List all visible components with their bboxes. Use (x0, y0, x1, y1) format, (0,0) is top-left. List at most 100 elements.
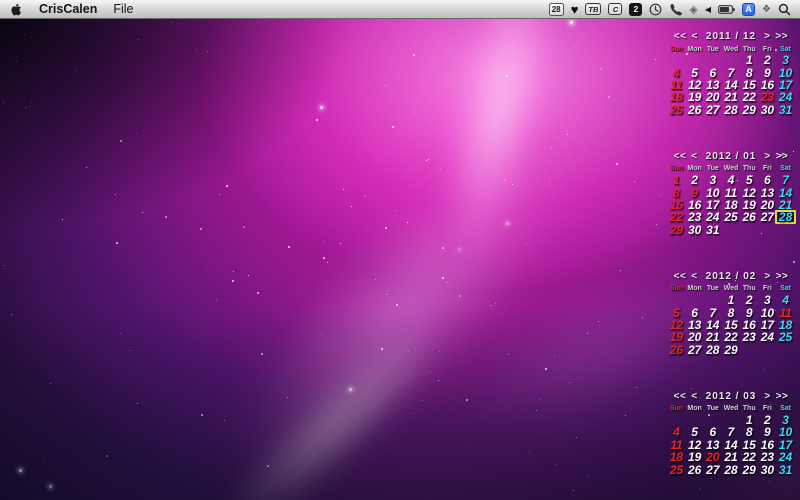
input-source-menu-icon[interactable]: A (742, 0, 755, 19)
day-cell-25[interactable]: 25 (667, 104, 685, 116)
day-cell-5[interactable]: 5 (686, 426, 704, 438)
day-cell-22[interactable]: 22 (740, 91, 758, 103)
next-year-button[interactable]: >> (775, 31, 788, 42)
day-cell-8[interactable]: 8 (740, 426, 758, 438)
day-cell-19[interactable]: 19 (686, 451, 704, 463)
prev-month-button[interactable]: < (691, 151, 697, 162)
day-cell-22[interactable]: 22 (740, 451, 758, 463)
day-cell-25[interactable]: 25 (667, 463, 685, 475)
day-cell-9[interactable]: 9 (740, 306, 758, 318)
day-cell-30[interactable]: 30 (686, 224, 704, 236)
day-cell-27[interactable]: 27 (704, 463, 722, 475)
day-cell-3[interactable]: 3 (776, 414, 794, 426)
day-cell-23[interactable]: 23 (686, 211, 704, 223)
day-cell-17[interactable]: 17 (776, 79, 794, 91)
day-cell-13[interactable]: 13 (686, 319, 704, 331)
day-cell-3[interactable]: 3 (758, 294, 776, 306)
day-cell-26[interactable]: 26 (686, 463, 704, 475)
day-cell-11[interactable]: 11 (667, 79, 685, 91)
day-cell-15[interactable]: 15 (740, 79, 758, 91)
diamond-gem-icon[interactable]: ◈ (689, 0, 697, 19)
apple-menu[interactable] (10, 2, 23, 17)
day-cell-3[interactable]: 3 (704, 174, 722, 186)
day-cell-15[interactable]: 15 (740, 439, 758, 451)
day-cell-17[interactable]: 17 (758, 319, 776, 331)
day-cell-17[interactable]: 17 (776, 439, 794, 451)
day-cell-31[interactable]: 31 (704, 224, 722, 236)
phone-handset-icon[interactable] (669, 0, 682, 19)
day-cell-22[interactable]: 22 (667, 211, 685, 223)
prev-month-button[interactable]: < (692, 31, 698, 42)
day-cell-2[interactable]: 2 (758, 414, 776, 426)
day-cell-25[interactable]: 25 (722, 211, 740, 223)
day-cell-26[interactable]: 26 (740, 211, 758, 223)
day-cell-10[interactable]: 10 (758, 306, 776, 318)
day-cell-12[interactable]: 12 (686, 79, 704, 91)
c-app-menu-icon[interactable]: C (608, 0, 622, 19)
day-cell-1[interactable]: 1 (722, 294, 740, 306)
day-cell-22[interactable]: 22 (722, 331, 740, 343)
day-cell-29[interactable]: 29 (667, 224, 685, 236)
day-cell-3[interactable]: 3 (776, 54, 794, 66)
day-cell-10[interactable]: 10 (776, 426, 794, 438)
day-cell-5[interactable]: 5 (740, 174, 758, 186)
day-cell-7[interactable]: 7 (704, 306, 722, 318)
next-month-button[interactable]: > (764, 151, 770, 162)
day-cell-12[interactable]: 12 (667, 319, 685, 331)
day-cell-11[interactable]: 11 (722, 186, 740, 198)
prev-year-button[interactable]: << (674, 31, 687, 42)
day-cell-5[interactable]: 5 (667, 306, 685, 318)
day-cell-20[interactable]: 20 (686, 331, 704, 343)
day-cell-4[interactable]: 4 (776, 294, 794, 306)
day-cell-21[interactable]: 21 (722, 91, 740, 103)
day-cell-23[interactable]: 23 (740, 331, 758, 343)
day-cell-31[interactable]: 31 (776, 463, 794, 475)
clock-icon[interactable] (649, 0, 662, 19)
day-cell-14[interactable]: 14 (722, 79, 740, 91)
day-cell-7[interactable]: 7 (776, 174, 794, 186)
prev-year-button[interactable]: << (674, 391, 687, 402)
day-cell-19[interactable]: 19 (667, 331, 685, 343)
prev-year-button[interactable]: << (674, 271, 687, 282)
day-cell-27[interactable]: 27 (758, 211, 776, 223)
day-cell-27[interactable]: 27 (704, 104, 722, 116)
day-cell-24[interactable]: 24 (704, 211, 722, 223)
battery-icon[interactable] (718, 0, 735, 19)
spotlight-search-icon[interactable] (778, 0, 791, 19)
day-cell-28[interactable]: 28 (704, 343, 722, 355)
day-cell-10[interactable]: 10 (776, 66, 794, 78)
day-cell-15[interactable]: 15 (667, 199, 685, 211)
keypad-2-menu-icon[interactable]: 2 (629, 0, 642, 19)
day-cell-29[interactable]: 29 (740, 104, 758, 116)
calendar-date-menu-icon[interactable]: 28 (549, 0, 564, 19)
day-cell-29[interactable]: 29 (722, 343, 740, 355)
day-cell-8[interactable]: 8 (667, 186, 685, 198)
sparkle-icon[interactable]: ❖ (762, 0, 771, 19)
day-cell-14[interactable]: 14 (722, 439, 740, 451)
day-cell-9[interactable]: 9 (758, 426, 776, 438)
prev-month-button[interactable]: < (691, 271, 697, 282)
day-cell-28[interactable]: 28 (722, 104, 740, 116)
day-cell-20[interactable]: 20 (704, 451, 722, 463)
day-cell-21[interactable]: 21 (722, 451, 740, 463)
day-cell-2[interactable]: 2 (686, 174, 704, 186)
next-year-button[interactable]: >> (776, 391, 789, 402)
day-cell-25[interactable]: 25 (776, 331, 794, 343)
day-cell-28[interactable]: 28 (775, 210, 795, 224)
next-year-button[interactable]: >> (776, 271, 789, 282)
day-cell-24[interactable]: 24 (758, 331, 776, 343)
day-cell-1[interactable]: 1 (740, 54, 758, 66)
day-cell-4[interactable]: 4 (667, 66, 685, 78)
day-cell-11[interactable]: 11 (776, 306, 794, 318)
day-cell-18[interactable]: 18 (722, 199, 740, 211)
day-cell-24[interactable]: 24 (776, 91, 794, 103)
day-cell-6[interactable]: 6 (704, 426, 722, 438)
day-cell-9[interactable]: 9 (686, 186, 704, 198)
day-cell-14[interactable]: 14 (704, 319, 722, 331)
day-cell-18[interactable]: 18 (667, 451, 685, 463)
next-month-button[interactable]: > (764, 391, 770, 402)
day-cell-31[interactable]: 31 (776, 104, 794, 116)
day-cell-26[interactable]: 26 (686, 104, 704, 116)
day-cell-26[interactable]: 26 (667, 343, 685, 355)
day-cell-19[interactable]: 19 (740, 199, 758, 211)
